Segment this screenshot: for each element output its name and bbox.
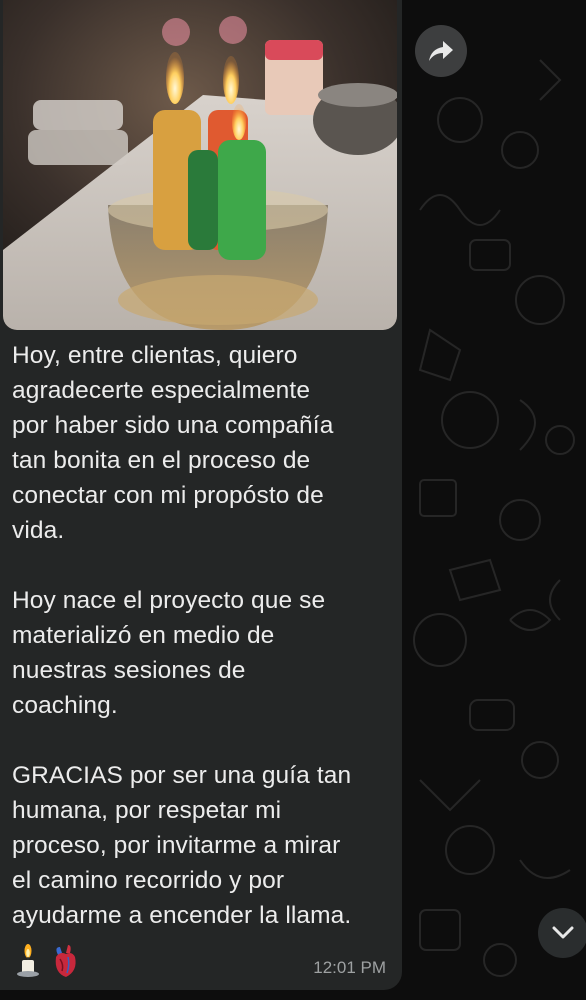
message-text: Hoy, entre clientas, quiero agradecerte … [12,338,396,933]
message-paragraph-3: GRACIAS por ser una guía tan humana, por… [12,762,352,929]
message-paragraph-1: Hoy, entre clientas, quiero agradecerte … [12,342,334,544]
anatomical-heart-emoji [55,945,76,977]
emoji-row [14,942,80,980]
message-bubble[interactable]: Hoy, entre clientas, quiero agradecerte … [0,0,402,990]
forward-button[interactable] [415,25,467,77]
forward-arrow-icon [429,41,453,61]
chat-background: Hoy, entre clientas, quiero agradecerte … [0,0,586,1000]
scroll-down-button[interactable] [538,908,586,958]
candle-emoji [17,944,39,977]
message-paragraph-2: Hoy nace el proyecto que se materializó … [12,587,326,719]
chevron-down-icon [552,926,574,939]
message-timestamp: 12:01 PM [313,958,386,977]
candles-photo[interactable] [3,0,397,330]
